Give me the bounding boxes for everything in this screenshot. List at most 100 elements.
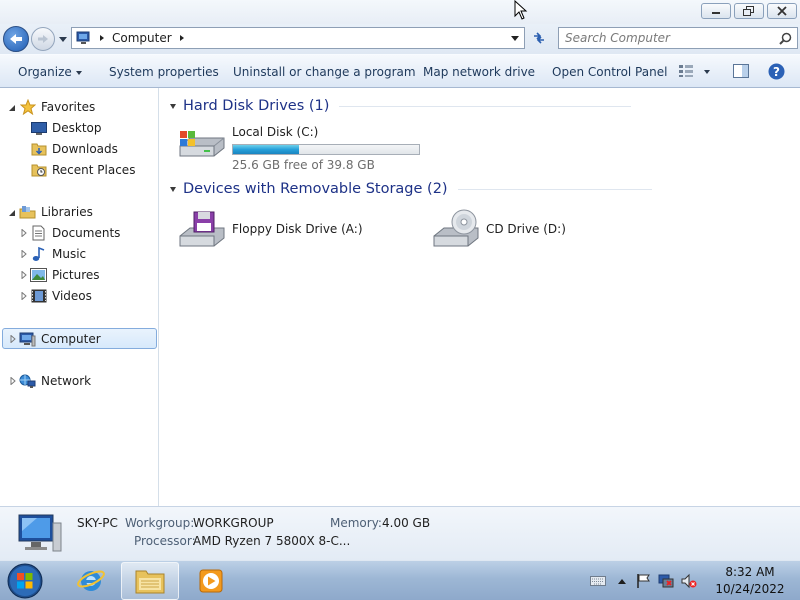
- libraries-icon: [19, 204, 36, 220]
- address-dropdown-icon[interactable]: [511, 35, 520, 42]
- chevron-down-icon: [75, 70, 82, 75]
- minimize-icon: [712, 12, 720, 14]
- collapsed-arrow-icon[interactable]: [20, 292, 28, 300]
- organize-label: Organize: [18, 65, 72, 79]
- taskbar-media-player[interactable]: [182, 562, 240, 600]
- preview-pane-button[interactable]: [733, 64, 749, 81]
- uninstall-program-button[interactable]: Uninstall or change a program: [233, 65, 416, 79]
- workgroup-label: Workgroup:: [125, 516, 195, 530]
- map-network-drive-button[interactable]: Map network drive: [423, 65, 535, 79]
- group-removable-storage[interactable]: Devices with Removable Storage (2): [168, 181, 788, 197]
- volume-muted-icon[interactable]: [681, 573, 697, 589]
- clock[interactable]: 8:32 AM 10/24/2022: [708, 564, 792, 598]
- open-control-panel-button[interactable]: Open Control Panel: [552, 65, 667, 79]
- forward-arrow-icon: [38, 35, 48, 43]
- search-box[interactable]: [558, 27, 798, 49]
- nav-music[interactable]: Music: [30, 244, 86, 264]
- nav-label: Documents: [52, 226, 121, 240]
- command-bar: Organize System properties Uninstall or …: [0, 54, 800, 88]
- nav-documents[interactable]: Documents: [30, 223, 120, 243]
- back-button[interactable]: [3, 26, 29, 52]
- clock-date: 10/24/2022: [715, 582, 785, 596]
- group-hard-disk-drives[interactable]: Hard Disk Drives (1): [168, 98, 788, 114]
- organize-menu[interactable]: Organize: [18, 65, 82, 79]
- downloads-folder-icon: [30, 141, 47, 157]
- maximize-button[interactable]: [734, 3, 764, 19]
- collapsed-arrow-icon[interactable]: [9, 335, 17, 343]
- nav-libraries[interactable]: Libraries: [19, 202, 93, 222]
- breadcrumb-arrow-icon[interactable]: [178, 34, 186, 42]
- address-bar[interactable]: Computer: [71, 27, 525, 49]
- system-properties-button[interactable]: System properties: [109, 65, 219, 79]
- windows-logo-icon: [7, 563, 43, 599]
- breadcrumb-arrow-icon[interactable]: [98, 34, 106, 42]
- collapsed-arrow-icon[interactable]: [9, 377, 17, 385]
- collapsed-arrow-icon[interactable]: [20, 271, 28, 279]
- collapsed-arrow-icon[interactable]: [20, 229, 28, 237]
- collapsed-arrow-icon[interactable]: [20, 250, 28, 258]
- music-icon: [30, 246, 47, 262]
- nav-label: Downloads: [52, 142, 118, 156]
- nav-downloads[interactable]: Downloads: [30, 139, 118, 159]
- forward-button[interactable]: [31, 27, 55, 51]
- taskbar-windows-explorer[interactable]: [121, 562, 179, 600]
- drive-floppy-a[interactable]: Floppy Disk Drive (A:): [176, 208, 363, 252]
- help-button[interactable]: ?: [768, 63, 785, 83]
- group-collapse-icon[interactable]: [170, 186, 176, 192]
- search-icon[interactable]: [779, 32, 792, 45]
- close-button[interactable]: [767, 3, 797, 19]
- nav-label: Music: [52, 247, 87, 261]
- media-player-icon: [199, 569, 223, 593]
- folder-icon: [135, 570, 165, 594]
- group-divider: [339, 105, 632, 107]
- action-center-flag-icon[interactable]: [635, 573, 651, 589]
- expanded-arrow-icon[interactable]: [8, 104, 16, 112]
- drive-name: Local Disk (C:): [232, 125, 319, 139]
- drive-local-disk-c[interactable]: Local Disk (C:) 25.6 GB free of 39.8 GB: [176, 124, 420, 172]
- nav-label: Network: [41, 374, 92, 388]
- network-status-icon[interactable]: [658, 573, 674, 589]
- taskbar-internet-explorer[interactable]: [62, 562, 120, 600]
- group-collapse-icon[interactable]: [170, 103, 176, 109]
- title-bar: [0, 0, 800, 24]
- breadcrumb-computer[interactable]: Computer: [112, 31, 172, 45]
- search-input[interactable]: [565, 31, 775, 45]
- refresh-button[interactable]: [528, 27, 550, 49]
- drive-name: CD Drive (D:): [486, 222, 566, 236]
- keyboard-icon[interactable]: [590, 575, 606, 587]
- documents-icon: [30, 225, 47, 241]
- nav-network[interactable]: Network: [19, 371, 91, 391]
- mouse-cursor-icon: [514, 0, 528, 20]
- svg-text:?: ?: [773, 65, 780, 79]
- nav-label: Recent Places: [52, 163, 136, 177]
- nav-recent-places[interactable]: Recent Places: [30, 160, 135, 180]
- expanded-arrow-icon[interactable]: [8, 209, 16, 217]
- nav-label: Pictures: [52, 268, 100, 282]
- nav-favorites[interactable]: Favorites: [19, 97, 95, 117]
- desktop-icon: [30, 120, 47, 136]
- floppy-drive-icon: [179, 211, 225, 247]
- change-view-button[interactable]: [678, 64, 694, 81]
- show-hidden-icons-icon[interactable]: [617, 577, 627, 585]
- nav-label: Computer: [41, 332, 101, 346]
- hard-disk-icon: [179, 131, 225, 157]
- computer-name: SKY-PC: [77, 516, 118, 530]
- taskbar: 8:32 AM 10/24/2022: [0, 560, 800, 600]
- start-button[interactable]: [4, 562, 46, 600]
- nav-videos[interactable]: Videos: [30, 286, 92, 306]
- nav-desktop[interactable]: Desktop: [30, 118, 102, 138]
- view-options-dropdown[interactable]: [704, 64, 710, 78]
- minimize-button[interactable]: [701, 3, 731, 19]
- videos-icon: [30, 288, 47, 304]
- details-pane: SKY-PC Workgroup: WORKGROUP Memory: 4.00…: [0, 506, 800, 560]
- nav-label: Videos: [52, 289, 92, 303]
- nav-computer[interactable]: Computer: [19, 329, 101, 349]
- group-divider: [457, 188, 652, 190]
- network-icon: [19, 373, 36, 389]
- nav-pictures[interactable]: Pictures: [30, 265, 100, 285]
- group-title: Devices with Removable Storage (2): [183, 181, 448, 197]
- chevron-down-icon: [704, 69, 710, 74]
- navigation-bar: Computer: [0, 24, 800, 54]
- drive-cd-d[interactable]: CD Drive (D:): [430, 208, 566, 252]
- recent-pages-dropdown[interactable]: [58, 35, 68, 43]
